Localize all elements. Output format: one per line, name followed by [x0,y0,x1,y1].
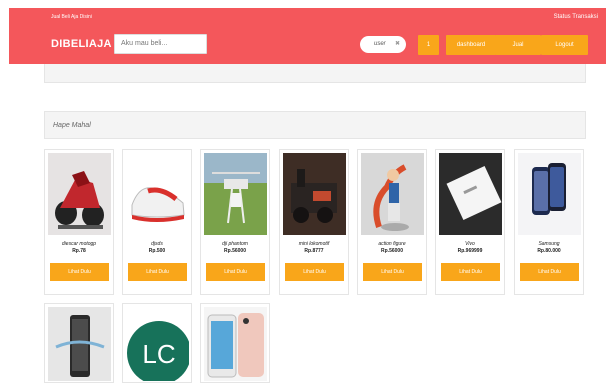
product-price: Rp.969999 [457,248,483,254]
lihat-dulu-button[interactable]: Lihat Dulu [128,263,187,281]
logout-button[interactable]: Logout [541,35,588,55]
section-header: Hape Mahal [44,111,586,139]
product-image[interactable] [126,153,189,235]
product-image[interactable] [48,307,111,381]
product-price: Rp.56000 [381,248,403,254]
user-chip[interactable]: user ✖ [360,36,406,53]
lc-logo-text: LC [142,339,175,369]
lihat-dulu-button[interactable]: Lihat Dulu [441,263,500,281]
product-card[interactable]: action figure Rp.56000 Lihat Dulu [357,149,427,295]
search-input[interactable]: Aku mau beli... [114,34,207,54]
product-image[interactable] [361,153,424,235]
product-name: djsds [151,241,163,247]
product-name: Samsung [538,241,560,247]
product-image[interactable] [283,153,346,235]
product-image[interactable]: LC [126,307,189,381]
product-image[interactable] [518,153,581,235]
product-image[interactable] [48,153,111,235]
product-card[interactable]: Vivo Rp.969999 Lihat Dulu [435,149,505,295]
lihat-dulu-button[interactable]: Lihat Dulu [206,263,265,281]
product-image[interactable] [204,153,267,235]
product-price: Rp.56000 [224,248,246,254]
product-card[interactable]: Samsung Rp.80.000 Lihat Dulu [514,149,584,295]
product-card[interactable]: diescar motogp Rp.78 Lihat Dulu [44,149,114,295]
product-name: mini lokomotif [298,241,330,247]
product-price: Rp.500 [148,248,166,254]
top-panel [44,64,586,83]
product-card[interactable]: djsds Rp.500 Lihat Dulu [122,149,192,295]
close-icon[interactable]: ✖ [395,40,400,47]
product-image[interactable] [204,307,267,381]
product-image[interactable] [439,153,502,235]
header-bar: Jual Beli Aja Disini Status Transaksi DI… [9,8,606,64]
product-price: Rp.78 [72,248,86,254]
product-name: dji phantom [222,241,248,247]
brand-logo[interactable]: DIBELIAJA [51,38,112,50]
product-card[interactable] [200,303,270,383]
product-price: Rp.8777 [304,248,324,254]
lihat-dulu-button[interactable]: Lihat Dulu [520,263,579,281]
product-card[interactable] [44,303,114,383]
lihat-dulu-button[interactable]: Lihat Dulu [50,263,109,281]
product-name: Vivo [465,241,475,247]
lihat-dulu-button[interactable]: Lihat Dulu [363,263,422,281]
product-card[interactable]: dji phantom Rp.56000 Lihat Dulu [200,149,270,295]
jual-button[interactable]: Jual [495,35,541,55]
product-name: diescar motogp [61,241,97,247]
status-transaksi-link[interactable]: Status Transaksi [554,14,598,20]
product-card[interactable]: LC [122,303,192,383]
lihat-dulu-button[interactable]: Lihat Dulu [285,263,344,281]
product-card[interactable]: mini lokomotif Rp.8777 Lihat Dulu [279,149,349,295]
product-price: Rp.80.000 [537,248,561,254]
product-name: action figure [378,241,406,247]
dashboard-button[interactable]: dashboard [446,35,496,55]
user-label: user [374,41,386,47]
tagline: Jual Beli Aja Disini [51,14,92,20]
cart-button[interactable]: 1 [418,35,439,55]
section-title: Hape Mahal [53,122,91,129]
